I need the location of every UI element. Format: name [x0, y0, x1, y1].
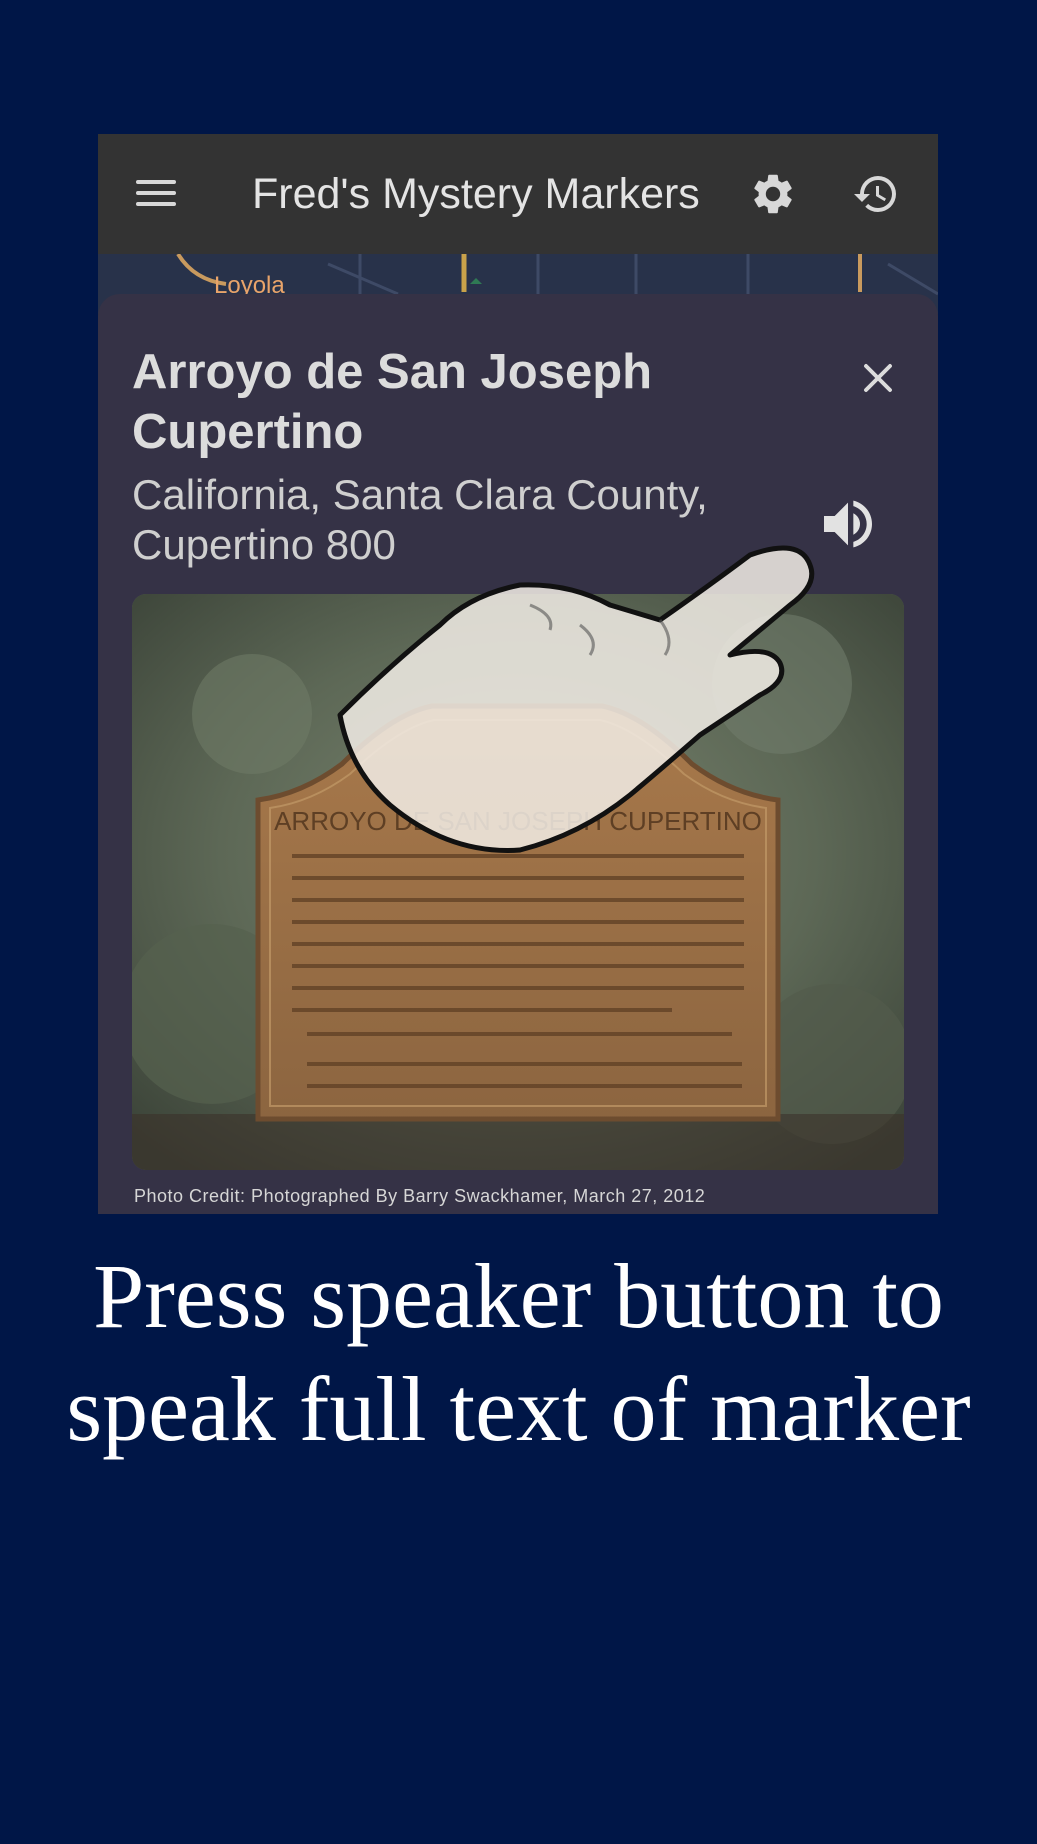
marker-location: California, Santa Clara County, Cupertin…: [132, 471, 708, 568]
marker-photo[interactable]: ARROYO DE SAN JOSEPH CUPERTINO: [132, 594, 904, 1170]
plaque-photo-image: ARROYO DE SAN JOSEPH CUPERTINO: [132, 594, 904, 1170]
instruction-caption: Press speaker button to speak full text …: [66, 1245, 971, 1460]
marker-card: Arroyo de San Joseph Cupertino Californi…: [98, 294, 938, 1214]
menu-icon[interactable]: [136, 176, 178, 210]
history-icon[interactable]: [850, 170, 902, 218]
close-icon[interactable]: [860, 360, 896, 396]
app-title: Fred's Mystery Markers: [252, 170, 700, 218]
marker-title: Arroyo de San Joseph Cupertino: [132, 345, 653, 459]
app-bar: Fred's Mystery Markers: [98, 134, 938, 254]
plaque-heading: ARROYO DE SAN JOSEPH CUPERTINO: [274, 806, 762, 836]
photo-credit: Photo Credit: Photographed By Barry Swac…: [134, 1186, 706, 1206]
gear-icon[interactable]: [749, 170, 797, 218]
speaker-icon[interactable]: [816, 492, 880, 556]
app-screen: Fred's Mystery Markers Loyola Arroyo de …: [98, 134, 938, 1214]
